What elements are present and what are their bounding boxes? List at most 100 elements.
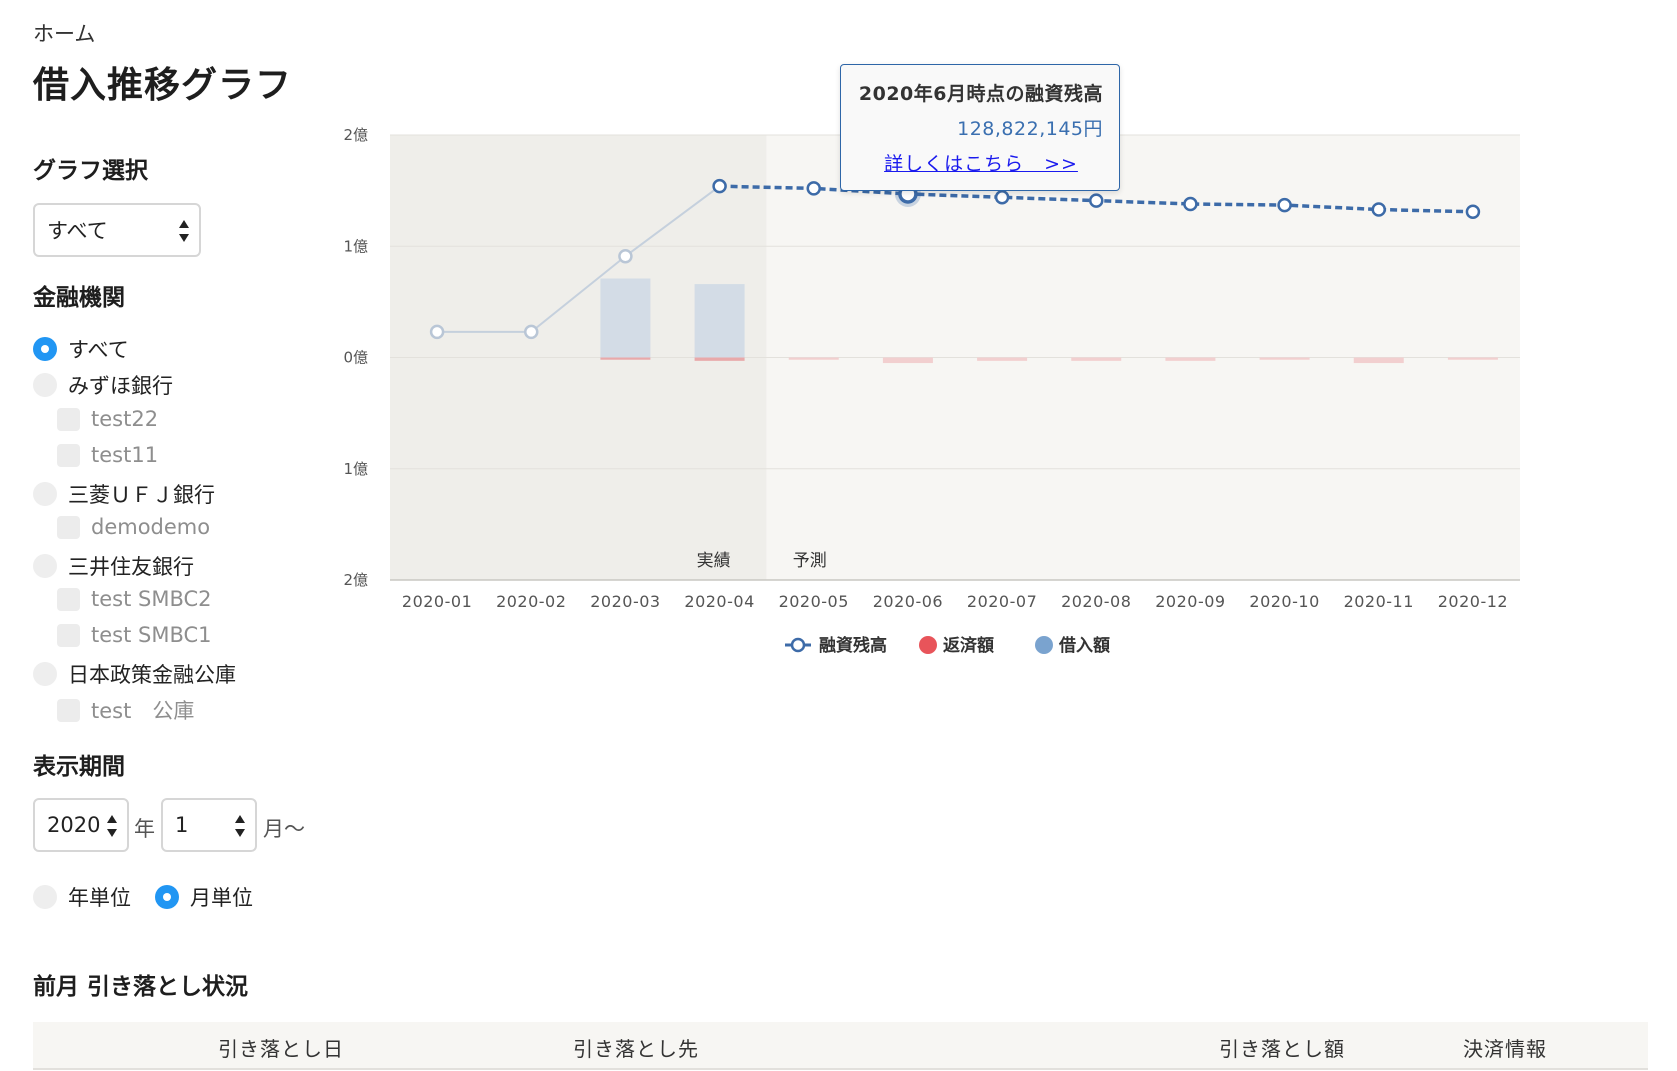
y-tick-label: 2億 (343, 126, 368, 144)
unit-radio-label: 月単位 (190, 886, 253, 910)
institution-radio-mufg[interactable]: 三菱ＵＦＪ銀行 (33, 479, 215, 509)
account-checkbox-test11[interactable]: test11 (57, 443, 158, 467)
checkbox-icon (57, 407, 80, 431)
withdrawal-table-header: 引き落とし日 引き落とし先 引き落とし額 決済情報 (33, 1022, 1648, 1070)
account-checkbox-label: test SMBC2 (91, 587, 212, 611)
account-checkbox-demodemo[interactable]: demodemo (57, 515, 210, 539)
balance-point (429, 324, 445, 340)
balance-point (1465, 204, 1481, 220)
x-tick-label: 2020-02 (496, 592, 566, 611)
x-tick-label: 2020-10 (1249, 592, 1319, 611)
repayment-bar (882, 357, 933, 364)
legend-label: 融資残高 (819, 635, 887, 656)
unit-radio-year[interactable]: 年単位 (33, 882, 131, 912)
institution-radio-label: 三井住友銀行 (68, 555, 194, 579)
unit-radio-label: 年単位 (68, 886, 131, 910)
checkbox-icon (57, 623, 80, 647)
column-header: 決済情報 (1463, 1037, 1547, 1061)
balance-point (1277, 197, 1292, 213)
x-tick-label: 2020-08 (1061, 592, 1131, 611)
account-checkbox-label: test22 (91, 407, 159, 431)
account-checkbox-smbc2[interactable]: test SMBC2 (57, 587, 212, 611)
balance-point (618, 249, 633, 264)
account-checkbox-smbc1[interactable]: test SMBC1 (57, 623, 212, 647)
x-tick-label: 2020-06 (873, 592, 943, 611)
select-arrows-icon (107, 814, 117, 838)
column-header: 引き落とし日 (218, 1037, 344, 1061)
chart-tooltip: 2020年6月時点の融資残高 128,822,145円 詳しくはこちら >> (840, 64, 1120, 191)
checkbox-icon (57, 515, 80, 539)
withdrawal-title: 前月 引き落とし状況 (33, 974, 249, 1000)
radio-icon (33, 662, 57, 686)
legend-borrowing-marker (1035, 636, 1053, 654)
month-select-value: 1 (175, 813, 189, 837)
x-tick-label: 2020-09 (1155, 592, 1225, 611)
checkbox-icon (57, 443, 80, 467)
x-tick-label: 2020-12 (1438, 592, 1508, 611)
y-tick-label: 1億 (343, 237, 368, 255)
x-tick-label: 2020-05 (779, 592, 849, 611)
institution-radio-label: みずほ銀行 (68, 374, 173, 398)
year-select[interactable]: 2020 (33, 798, 129, 852)
x-tick-label: 2020-01 (402, 592, 472, 611)
tooltip-value: 128,822,145円 (957, 118, 1103, 140)
balance-point (994, 190, 1010, 205)
y-tick-label: 0億 (343, 349, 368, 367)
legend-label: 借入額 (1058, 635, 1110, 656)
institution-radio-label: 三菱ＵＦＪ銀行 (68, 483, 215, 507)
radio-icon (155, 885, 179, 909)
band-label-actual: 実績 (697, 551, 731, 571)
graph-select-dropdown[interactable]: すべて (33, 203, 201, 257)
repayment-bar (1071, 357, 1122, 361)
legend-balance-marker (790, 637, 806, 653)
institution-radio-jfc[interactable]: 日本政策金融公庫 (33, 659, 236, 689)
institution-radio-smbc[interactable]: 三井住友銀行 (33, 551, 194, 581)
institution-radio-all[interactable]: すべて (33, 334, 129, 364)
account-checkbox-label: test 公庫 (91, 699, 195, 723)
repayment-bar (1353, 357, 1404, 364)
year-unit-label: 年 (134, 817, 155, 841)
x-tick-label: 2020-07 (967, 592, 1037, 611)
institution-label: 金融機関 (33, 285, 125, 311)
graph-select-label: グラフ選択 (33, 158, 148, 184)
band-label-forecast: 予測 (793, 551, 827, 571)
repayment-bar (694, 357, 745, 361)
account-checkbox-label: demodemo (91, 515, 211, 539)
repayment-bar (1165, 357, 1216, 361)
column-header: 引き落とし先 (573, 1037, 699, 1061)
page-title: 借入推移グラフ (33, 65, 293, 106)
unit-radio-month[interactable]: 月単位 (155, 882, 253, 912)
radio-icon (33, 337, 57, 361)
graph-select-value: すべて (47, 219, 108, 243)
account-checkbox-label: test11 (91, 443, 159, 467)
repayment-bar (1259, 357, 1310, 360)
x-tick-label: 2020-11 (1344, 592, 1414, 611)
account-checkbox-test-koko[interactable]: test 公庫 (57, 695, 194, 725)
breadcrumb[interactable]: ホーム (33, 18, 95, 48)
balance-point (806, 181, 821, 196)
institution-radio-mizuho[interactable]: みずほ銀行 (33, 370, 173, 400)
repayment-bar (600, 357, 651, 360)
account-checkbox-label: test SMBC1 (91, 623, 212, 647)
balance-point (1089, 193, 1104, 208)
balance-point (1371, 202, 1386, 217)
tooltip-detail-link[interactable]: 詳しくはこちら >> (853, 149, 1103, 176)
select-arrows-icon (179, 219, 189, 243)
institution-radio-label: 日本政策金融公庫 (68, 663, 236, 687)
repayment-bar (977, 357, 1028, 361)
year-select-value: 2020 (47, 813, 101, 837)
select-arrows-icon (235, 814, 245, 838)
radio-icon (33, 482, 57, 506)
account-checkbox-test22[interactable]: test22 (57, 407, 158, 431)
radio-icon (33, 373, 57, 397)
institution-radio-label: すべて (68, 338, 129, 362)
borrowing-bar (600, 278, 651, 358)
legend-label: 返済額 (943, 635, 994, 656)
x-tick-label: 2020-03 (590, 592, 660, 611)
period-label: 表示期間 (33, 754, 125, 780)
x-tick-label: 2020-04 (684, 592, 754, 611)
month-select[interactable]: 1 (161, 798, 257, 852)
borrowing-bar (694, 284, 745, 358)
month-unit-label: 月〜 (263, 817, 305, 841)
checkbox-icon (57, 587, 80, 611)
